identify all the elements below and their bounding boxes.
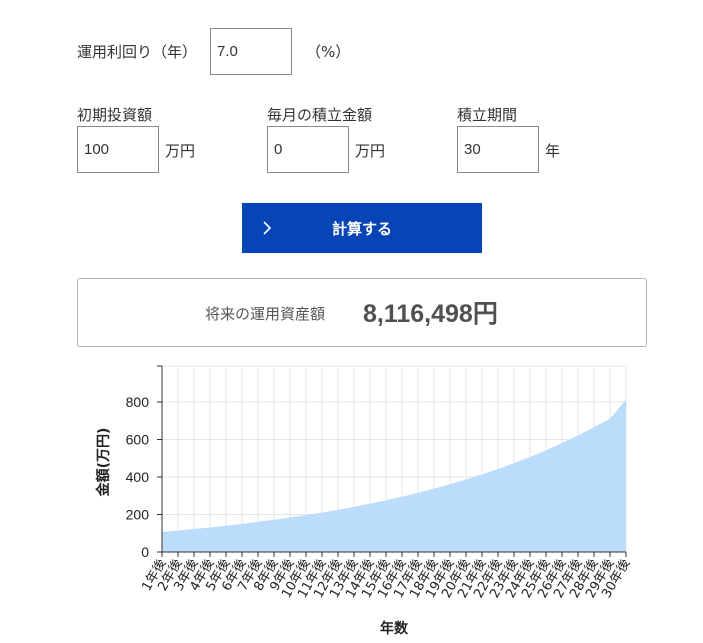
y-axis-title: 金額(万円) — [95, 428, 112, 498]
monthly-unit: 万円 — [355, 142, 386, 160]
result-label: 将来の運用資産額 — [205, 305, 326, 323]
y-tick-label: 800 — [126, 394, 150, 410]
initial-unit: 万円 — [165, 142, 196, 160]
calculate-button[interactable]: 計算する — [242, 203, 482, 253]
monthly-label: 毎月の積立金額 — [267, 106, 373, 124]
area-series — [162, 399, 626, 552]
monthly-input[interactable] — [267, 126, 349, 173]
rate-label: 運用利回り（年） — [77, 43, 198, 61]
x-axis-title: 年数 — [380, 620, 409, 637]
calculate-button-label: 計算する — [331, 219, 392, 238]
y-tick-label: 200 — [126, 507, 150, 523]
period-label: 積立期間 — [457, 106, 518, 124]
initial-input[interactable] — [77, 126, 159, 173]
y-tick-label: 400 — [126, 469, 150, 485]
period-unit: 年 — [545, 142, 561, 160]
y-tick-label: 0 — [141, 544, 149, 560]
period-input[interactable] — [457, 126, 539, 173]
chart-series — [161, 399, 627, 552]
y-tick-label: 600 — [126, 432, 150, 448]
result-box: 将来の運用資産額 8,116,498円 — [77, 278, 647, 347]
initial-label: 初期投資額 — [77, 106, 153, 124]
rate-unit: （%） — [306, 43, 351, 61]
chevron-right-icon — [263, 221, 272, 235]
result-value: 8,116,498円 — [363, 300, 498, 328]
rate-input[interactable] — [210, 28, 292, 75]
growth-chart: 02004006008001年後2年後3年後4年後5年後6年後7年後8年後9年後… — [95, 365, 633, 637]
